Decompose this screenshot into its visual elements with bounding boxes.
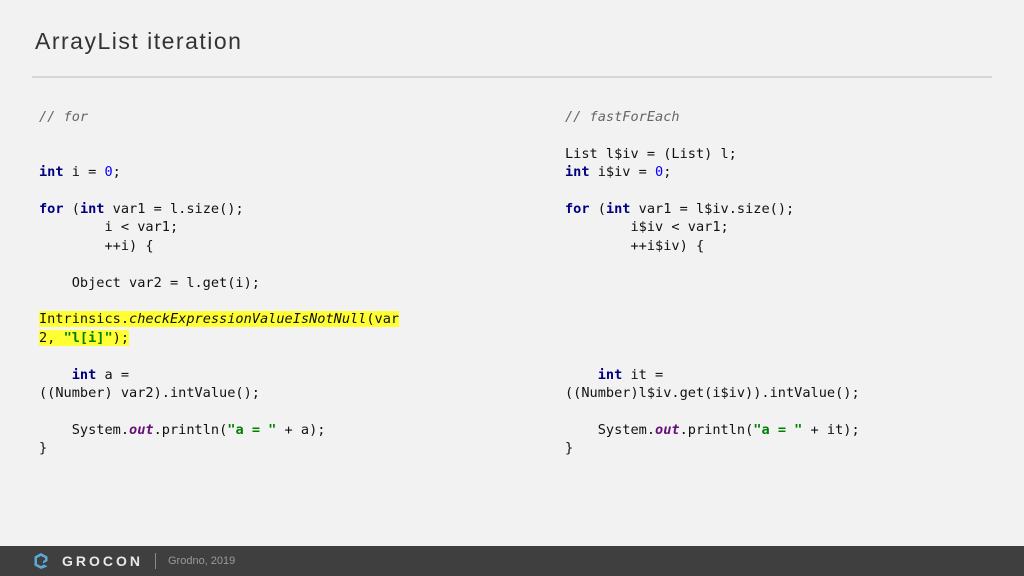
code-line: int it = [565, 366, 1005, 384]
code-blank [565, 310, 1005, 328]
field-name: out [129, 421, 154, 438]
highlighted-code-line: Intrinsics.checkExpressionValueIsNotNull… [39, 310, 469, 328]
code-line: for (int var1 = l.size(); [39, 200, 469, 218]
code-text: i$iv = [589, 164, 656, 181]
code-line: Object var2 = l.get(i); [39, 274, 260, 291]
code-comment: // for [39, 109, 89, 125]
code-blank [39, 182, 469, 200]
code-text: .println( [679, 421, 754, 438]
grocon-logo-icon [34, 553, 48, 569]
highlight-span: 2, "l[i]"); [39, 329, 130, 346]
number-literal: 0 [104, 164, 113, 181]
footer-bar: GROCON Grodno, 2019 [0, 546, 1024, 576]
code-text: ); [112, 329, 130, 346]
code-blank [565, 255, 1005, 273]
string-literal: "a = " [227, 421, 277, 438]
code-line: int i = 0; [39, 163, 469, 181]
keyword: int [71, 366, 97, 383]
code-line: ++i$iv) { [565, 237, 705, 254]
field-name: out [655, 421, 680, 438]
code-text: ( [63, 200, 80, 217]
code-text: 2, [39, 329, 64, 346]
keyword: int [79, 200, 105, 217]
highlight-span: Intrinsics.checkExpressionValueIsNotNull… [39, 311, 400, 328]
code-line: } [565, 440, 574, 457]
number-literal: 0 [655, 164, 664, 181]
slide-title: ArrayList iteration [35, 28, 243, 54]
string-literal: "l[i]" [63, 329, 113, 346]
title-divider [32, 76, 992, 78]
code-blank [39, 347, 469, 365]
code-blank [39, 145, 469, 163]
code-line: } [39, 440, 48, 457]
code-blank [565, 292, 1005, 310]
code-line: System.out.println("a = " + a); [39, 421, 469, 439]
code-text: a = [96, 366, 130, 383]
code-blank [565, 274, 1005, 292]
code-text: Intrinsics. [39, 311, 130, 328]
keyword: int [597, 366, 623, 383]
code-line: int a = [39, 366, 469, 384]
method-name: checkExpressionValueIsNotNull [129, 311, 367, 328]
code-line: ++i) { [39, 237, 154, 254]
code-text: .println( [153, 421, 228, 438]
code-text: System. [39, 421, 130, 438]
code-line: i < var1; [39, 219, 179, 236]
code-text: ; [663, 164, 672, 181]
logo-text: GROCON [62, 553, 143, 569]
code-blank [565, 182, 1005, 200]
keyword: int [605, 201, 631, 217]
code-line: for (int var1 = l$iv.size(); [565, 200, 1005, 218]
code-blank [565, 126, 1005, 144]
keyword: for [39, 200, 64, 217]
code-text: it = [622, 366, 664, 383]
code-text: (var [366, 311, 400, 328]
code-text: ( [589, 201, 606, 217]
code-block-fastforeach: // fastForEach List l$iv = (List) l; int… [565, 108, 1005, 458]
code-text: ; [112, 164, 121, 181]
event-location-date: Grodno, 2019 [168, 555, 236, 567]
code-text: var1 = l$iv.size(); [630, 201, 795, 217]
code-line: List l$iv = (List) l; [565, 145, 737, 162]
code-line: i$iv < var1; [565, 219, 729, 236]
keyword: for [565, 201, 590, 217]
code-text: + it); [802, 421, 860, 438]
code-text: var1 = l.size(); [104, 200, 244, 217]
code-line: int i$iv = 0; [565, 163, 1005, 181]
code-blank [39, 255, 469, 273]
code-block-for: // for int i = 0; for (int var1 = l.size… [39, 108, 469, 458]
footer-divider [155, 553, 156, 569]
code-blank [39, 402, 469, 420]
code-line: ((Number)l$iv.get(i$iv)).intValue(); [565, 384, 860, 401]
code-text: i = [63, 164, 105, 181]
code-blank [39, 292, 469, 310]
highlighted-code-line: 2, "l[i]"); [39, 329, 469, 347]
code-text: System. [565, 421, 656, 438]
keyword: int [39, 164, 64, 181]
code-blank [565, 329, 1005, 347]
string-literal: "a = " [753, 421, 803, 438]
code-text: + a); [276, 421, 326, 438]
code-line: ((Number) var2).intValue(); [39, 385, 260, 401]
code-blank [565, 347, 1005, 365]
keyword: int [565, 164, 590, 181]
code-comment: // fastForEach [565, 109, 680, 125]
code-line: System.out.println("a = " + it); [565, 421, 1005, 439]
code-blank [565, 402, 1005, 420]
